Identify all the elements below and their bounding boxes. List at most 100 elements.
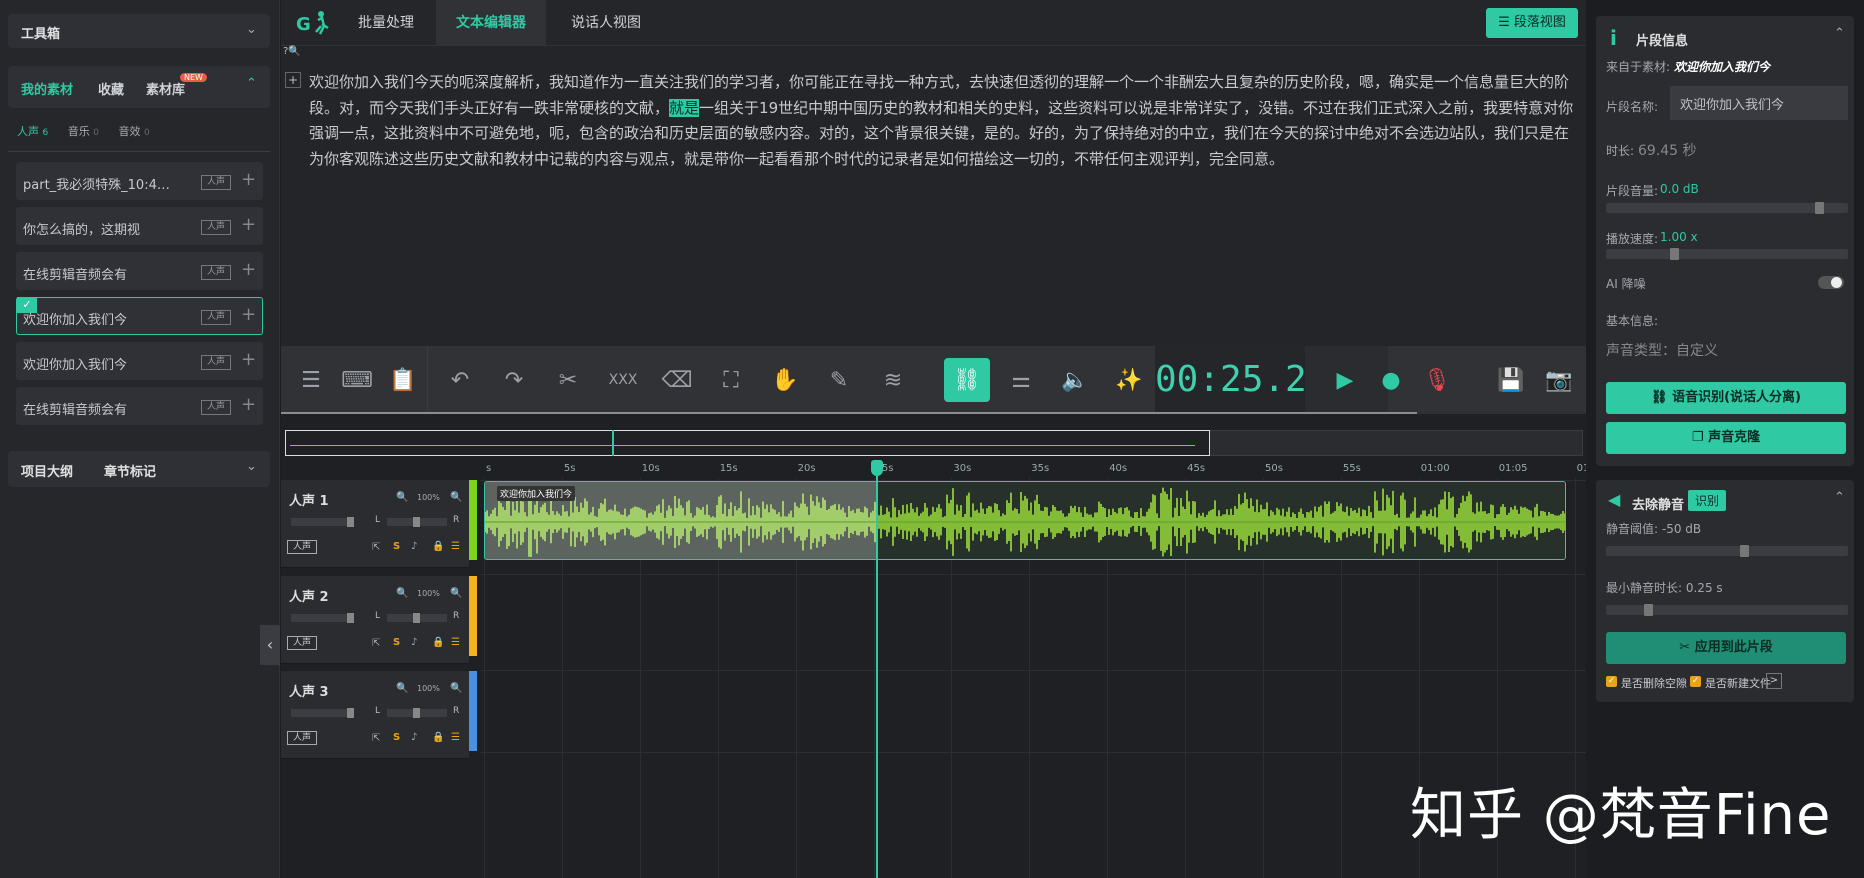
volume-slider[interactable] [291, 517, 354, 527]
align-icon[interactable]: ☰ [451, 637, 460, 648]
volume-slider[interactable] [291, 613, 354, 623]
time-ruler[interactable] [469, 460, 1586, 478]
more-button[interactable]: > [1766, 673, 1782, 689]
scissors-icon[interactable]: ✂ [546, 360, 590, 400]
keyboard-icon[interactable]: ⌨ [335, 360, 379, 400]
list-item-selected[interactable]: ✓ 欢迎你加入我们今 人声 + [16, 297, 263, 335]
chevron-up-icon[interactable]: ⌃ [246, 76, 257, 91]
brush-icon[interactable]: ✎ [817, 360, 861, 400]
solo-button[interactable]: S [393, 541, 400, 552]
subtab-voice[interactable]: 人声 6 [17, 125, 48, 138]
checkbox-new-file[interactable]: ✓ [1690, 676, 1701, 687]
microphone-icon[interactable]: 🎙 [1415, 360, 1459, 400]
paragraph-view-button[interactable]: ☰ 段落视图 [1486, 8, 1578, 38]
add-icon[interactable]: + [241, 169, 256, 190]
ai-denoise-toggle[interactable] [1818, 276, 1844, 289]
threshold-slider[interactable] [1606, 545, 1848, 557]
bell-icon[interactable]: ♪ [411, 541, 417, 552]
checkbox-delete-gaps[interactable]: ✓ [1606, 676, 1617, 687]
list-item[interactable]: part_我必须特殊_10:4… 人声 + [16, 162, 263, 200]
fullscreen-icon[interactable]: ⛶ [709, 360, 753, 400]
add-icon[interactable]: + [241, 394, 256, 415]
list-item[interactable]: 在线剪辑音频会有 人声 + [16, 252, 263, 290]
hand-icon[interactable]: ✋ [763, 360, 807, 400]
zoom-in-icon[interactable]: 🔍 [450, 588, 462, 599]
speed-slider[interactable] [1606, 248, 1848, 260]
tab-speaker-view[interactable]: 说话人视图 [551, 0, 661, 46]
clip-name-input[interactable] [1670, 86, 1848, 120]
pan-slider[interactable] [387, 517, 447, 527]
add-icon[interactable]: + [241, 214, 256, 235]
list-item[interactable]: 你怎么搞的，这期视 人声 + [16, 207, 263, 245]
outline-header[interactable]: 项目大纲 章节标记 ⌄ [8, 451, 270, 487]
bell-icon[interactable]: ♪ [411, 732, 417, 743]
menu-icon[interactable]: ☰ [289, 360, 333, 400]
speech-recognition-button[interactable]: ⛓ 语音识别(说话人分离) [1606, 382, 1846, 414]
overview-window[interactable] [285, 430, 1210, 456]
export-icon[interactable]: ⇱ [372, 733, 380, 744]
help-icon[interactable]: ?🔍 [283, 46, 301, 57]
chapters-tab[interactable]: 章节标记 [104, 461, 156, 480]
audio-clip[interactable]: 欢迎你加入我们今 [484, 481, 1566, 560]
transcript-text[interactable]: 欢迎你加入我们今天的呃深度解析，我知道作为一直关注我们的学习者，你可能正在寻找一… [309, 70, 1581, 172]
add-icon[interactable]: + [241, 259, 256, 280]
tab-favorites[interactable]: 收藏 [98, 79, 124, 98]
tab-my-material[interactable]: 我的素材 [21, 79, 73, 98]
lock-icon[interactable]: 🔒 [432, 637, 444, 648]
chevron-up-icon[interactable]: ⌃ [1834, 490, 1845, 505]
subtab-music[interactable]: 音乐 0 [68, 125, 99, 138]
record-dot-icon[interactable]: ● [1369, 360, 1413, 400]
delete-selection-icon[interactable]: XXX [601, 360, 645, 400]
add-icon[interactable]: + [241, 349, 256, 370]
expand-icon[interactable]: + [285, 72, 301, 88]
align-icon[interactable]: ☰ [451, 541, 460, 552]
clipboard-icon[interactable]: 📋 [381, 360, 425, 400]
export-icon[interactable]: ⇱ [372, 542, 380, 553]
link-icon[interactable]: ⛓ [944, 358, 990, 402]
camera-icon[interactable]: 📷 [1537, 360, 1581, 400]
add-icon[interactable]: + [241, 304, 256, 325]
wave-icon[interactable]: ≋ [871, 360, 915, 400]
pan-slider[interactable] [387, 613, 447, 623]
list-item[interactable]: 欢迎你加入我们今 人声 + [16, 342, 263, 380]
bell-icon[interactable]: ♪ [411, 637, 417, 648]
zoom-out-icon[interactable]: 🔍 [396, 588, 408, 599]
zoom-in-icon[interactable]: 🔍 [450, 683, 462, 694]
pan-slider[interactable] [387, 708, 447, 718]
volume-slider[interactable] [1606, 202, 1848, 214]
solo-button[interactable]: S [393, 637, 400, 648]
align-icon[interactable]: ☰ [451, 732, 460, 743]
playhead[interactable] [876, 464, 878, 878]
outline-tab[interactable]: 项目大纲 [21, 461, 73, 480]
chevron-up-icon[interactable]: ⌃ [1834, 26, 1845, 41]
undo-icon[interactable]: ↶ [438, 360, 482, 400]
lock-icon[interactable]: 🔒 [432, 732, 444, 743]
speaker-icon[interactable]: 🔈 [1053, 360, 1097, 400]
playhead-handle[interactable] [871, 460, 883, 476]
zoom-out-icon[interactable]: 🔍 [396, 683, 408, 694]
volume-slider[interactable] [291, 708, 354, 718]
text-editor[interactable]: ?🔍 + 欢迎你加入我们今天的呃深度解析，我知道作为一直关注我们的学习者，你可能… [281, 46, 1586, 346]
apply-button[interactable]: ✂ 应用到此片段 [1606, 632, 1846, 664]
sliders-icon[interactable]: ⚌ [999, 360, 1043, 400]
voice-clone-button[interactable]: ❐ 声音克隆 [1606, 422, 1846, 454]
solo-button[interactable]: S [393, 732, 400, 743]
detect-button[interactable]: 识别 [1688, 490, 1727, 511]
export-icon[interactable]: ⇱ [372, 638, 380, 649]
toolbox-header[interactable]: 工具箱 ⌄ [8, 14, 270, 48]
zoom-in-icon[interactable]: 🔍 [450, 492, 462, 503]
tab-text-editor[interactable]: 文本编辑器 [436, 0, 546, 46]
tab-material-library[interactable]: 素材库 [146, 79, 185, 98]
magic-wand-icon[interactable]: ✨ [1107, 360, 1151, 400]
list-item[interactable]: 在线剪辑音频会有 人声 + [16, 387, 263, 425]
collapse-left-icon[interactable]: ‹ [260, 625, 280, 665]
lock-icon[interactable]: 🔒 [432, 541, 444, 552]
redo-icon[interactable]: ↷ [492, 360, 536, 400]
play-icon[interactable]: ▶ [1323, 360, 1367, 400]
save-icon[interactable]: 💾 [1489, 360, 1533, 400]
eraser-icon[interactable]: ⌫ [655, 360, 699, 400]
selected-word[interactable]: 就是 [669, 98, 700, 117]
tab-batch[interactable]: 批量处理 [341, 0, 431, 46]
zoom-out-icon[interactable]: 🔍 [396, 492, 408, 503]
min-silence-slider[interactable] [1606, 604, 1848, 616]
